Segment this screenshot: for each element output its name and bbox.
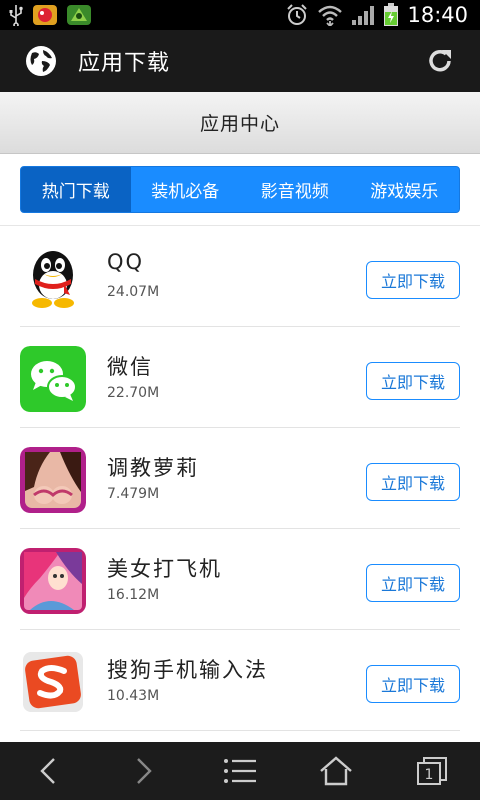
app-size: 10.43M	[107, 688, 160, 704]
tab-video[interactable]: 影音视频	[240, 167, 350, 212]
refresh-icon[interactable]	[424, 45, 456, 77]
alarm-icon	[285, 3, 309, 27]
tabs-icon[interactable]: 1	[402, 742, 462, 800]
wechat-icon	[20, 346, 86, 412]
app-list: QQ 24.07M 立即下载 微信 22.70M 立即下载 调教萝莉 7.479…	[0, 226, 480, 731]
list-item[interactable]: 美女打飞机 16.12M 立即下载	[20, 529, 460, 630]
download-button[interactable]: 立即下载	[366, 665, 460, 703]
sogou-input-icon	[20, 649, 86, 715]
download-button[interactable]: 立即下载	[366, 261, 460, 299]
list-item[interactable]: 搜狗手机输入法 10.43M 立即下载	[20, 630, 460, 731]
app-size: 16.12M	[107, 587, 160, 603]
wifi-icon	[317, 4, 343, 26]
tab-essentials[interactable]: 装机必备	[131, 167, 241, 212]
back-icon[interactable]	[18, 742, 78, 800]
status-bar: 18:40	[0, 0, 480, 30]
download-button[interactable]: 立即下载	[366, 463, 460, 501]
tab-hot-downloads[interactable]: 热门下载	[21, 167, 131, 212]
title-bar: 应用下载	[0, 30, 480, 92]
signal-icon	[351, 4, 375, 26]
battery-charging-icon	[383, 3, 399, 27]
list-item[interactable]: QQ 24.07M 立即下载	[20, 226, 460, 327]
game-girl-icon	[20, 447, 86, 513]
download-button[interactable]: 立即下载	[366, 362, 460, 400]
anime-game-icon	[20, 548, 86, 614]
app-name: 微信	[107, 355, 153, 379]
globe-icon[interactable]	[24, 44, 58, 78]
app-notification-icon-2	[66, 3, 92, 27]
app-size: 24.07M	[107, 284, 160, 300]
status-time: 18:40	[407, 3, 468, 27]
qq-penguin-icon	[20, 245, 86, 311]
forward-icon[interactable]	[114, 742, 174, 800]
app-name: 搜狗手机输入法	[107, 658, 268, 682]
tab-count: 1	[425, 767, 434, 783]
app-name: 美女打飞机	[107, 557, 222, 581]
status-right-icons: 18:40	[285, 0, 480, 30]
page-title: 应用下载	[78, 51, 171, 76]
app-notification-icon-1	[32, 3, 58, 27]
status-left-icons	[0, 0, 92, 30]
menu-icon[interactable]	[210, 742, 270, 800]
section-header: 应用中心	[0, 92, 480, 154]
app-name: 调教萝莉	[107, 456, 199, 480]
tab-games[interactable]: 游戏娱乐	[350, 167, 460, 212]
usb-icon	[8, 4, 24, 26]
category-tabs: 热门下载 装机必备 影音视频 游戏娱乐	[20, 166, 460, 213]
section-title: 应用中心	[199, 113, 280, 135]
list-item[interactable]: 调教萝莉 7.479M 立即下载	[20, 428, 460, 529]
bottom-nav-bar: 1	[0, 742, 480, 800]
download-button[interactable]: 立即下载	[366, 564, 460, 602]
app-size: 7.479M	[107, 486, 160, 502]
home-icon[interactable]	[306, 742, 366, 800]
app-size: 22.70M	[107, 385, 160, 401]
list-item[interactable]: 微信 22.70M 立即下载	[20, 327, 460, 428]
app-name: QQ	[107, 250, 145, 274]
